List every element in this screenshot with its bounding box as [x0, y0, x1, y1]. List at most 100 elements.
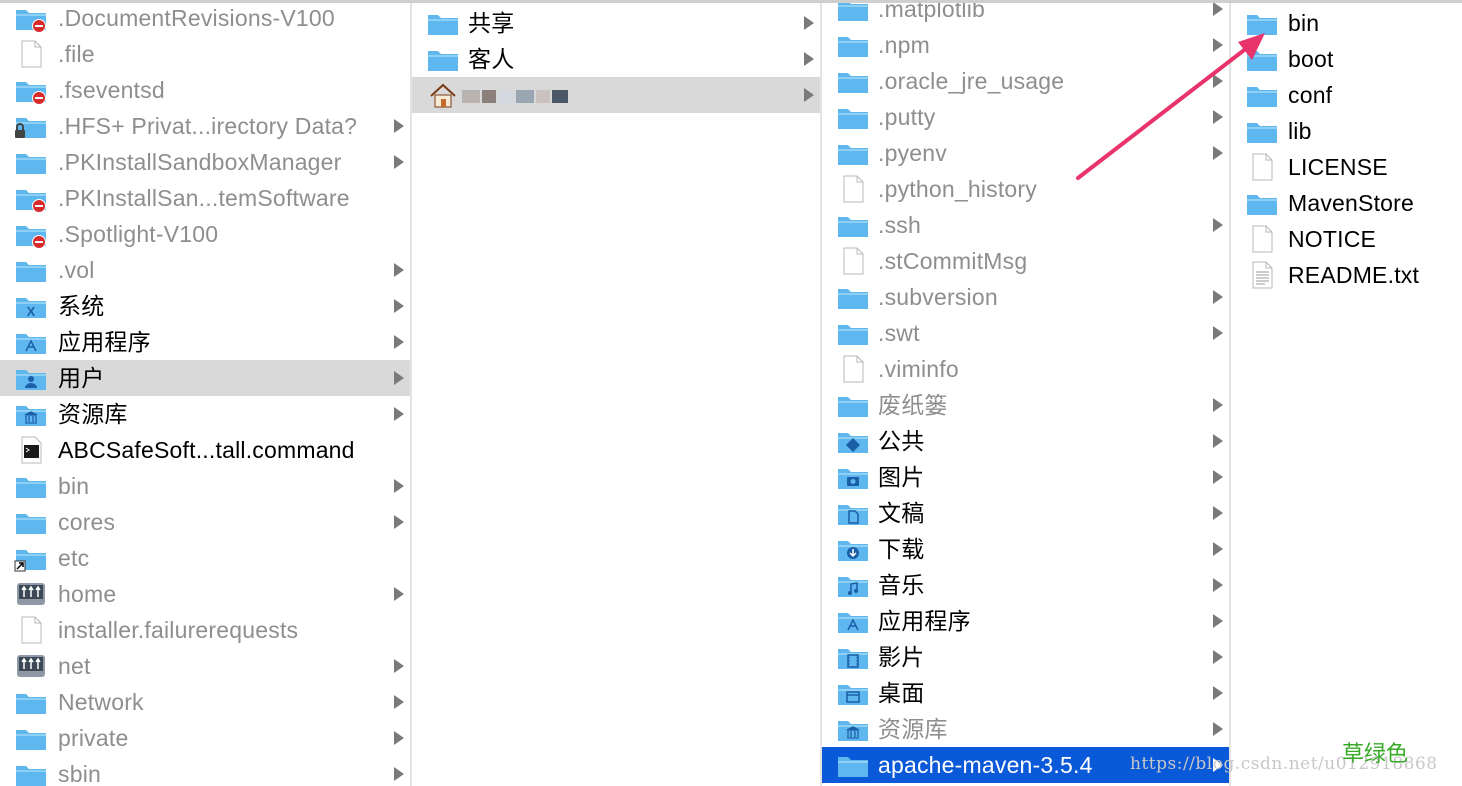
disclosure-arrow-icon[interactable] — [394, 299, 404, 313]
list-item[interactable]: 资源库 — [0, 396, 410, 432]
list-item[interactable]: ABCSafeSoft...tall.command — [0, 432, 410, 468]
folder-icon — [836, 103, 870, 131]
list-item[interactable]: 下载 — [822, 531, 1229, 567]
list-item[interactable] — [412, 77, 820, 113]
disclosure-arrow-icon[interactable] — [394, 659, 404, 673]
disclosure-arrow-icon[interactable] — [1213, 542, 1223, 556]
list-item[interactable]: .ssh — [822, 207, 1229, 243]
folder-icon — [836, 31, 870, 59]
disclosure-arrow-icon[interactable] — [804, 16, 814, 30]
folder-icon — [836, 139, 870, 167]
disclosure-arrow-icon[interactable] — [394, 695, 404, 709]
disclosure-arrow-icon[interactable] — [804, 52, 814, 66]
disclosure-arrow-icon[interactable] — [1213, 434, 1223, 448]
list-item[interactable]: 文稿 — [822, 495, 1229, 531]
folder-restricted-icon — [14, 76, 48, 105]
list-item[interactable]: .viminfo — [822, 351, 1229, 387]
disclosure-arrow-icon[interactable] — [394, 371, 404, 385]
list-item[interactable]: 客人 — [412, 41, 820, 77]
list-item[interactable]: .PKInstallSan...temSoftware — [0, 180, 410, 216]
disclosure-arrow-icon[interactable] — [1213, 614, 1223, 628]
list-item[interactable]: .swt — [822, 315, 1229, 351]
list-item[interactable]: private — [0, 720, 410, 756]
list-item[interactable]: home — [0, 576, 410, 612]
disclosure-arrow-icon[interactable] — [1213, 506, 1223, 520]
disclosure-arrow-icon[interactable] — [394, 119, 404, 133]
disclosure-arrow-icon[interactable] — [1213, 722, 1223, 736]
list-item[interactable]: 影片 — [822, 639, 1229, 675]
list-item[interactable]: README.txt — [1231, 257, 1462, 293]
disclosure-arrow-icon[interactable] — [1213, 578, 1223, 592]
list-item[interactable]: 废纸篓 — [822, 387, 1229, 423]
disclosure-arrow-icon[interactable] — [394, 731, 404, 745]
list-item[interactable]: sbin — [0, 756, 410, 786]
list-item[interactable]: .Spotlight-V100 — [0, 216, 410, 252]
item-label: 公共 — [878, 428, 925, 454]
folder-icon — [836, 283, 870, 311]
item-label: installer.failurerequests — [58, 617, 299, 643]
disclosure-arrow-icon[interactable] — [394, 515, 404, 529]
item-label: .pyenv — [878, 140, 947, 166]
document-icon — [14, 616, 48, 644]
list-item[interactable]: installer.failurerequests — [0, 612, 410, 648]
list-item[interactable]: cores — [0, 504, 410, 540]
text-document-icon — [1245, 261, 1279, 289]
item-label: lib — [1288, 118, 1312, 144]
column-users[interactable]: 共享 客人 — [412, 3, 820, 786]
disclosure-arrow-icon[interactable] — [394, 587, 404, 601]
disclosure-arrow-icon[interactable] — [394, 767, 404, 781]
document-icon — [836, 175, 870, 203]
disclosure-arrow-icon[interactable] — [1213, 650, 1223, 664]
movies-folder-icon — [836, 643, 870, 671]
disclosure-arrow-icon[interactable] — [394, 155, 404, 169]
folder-restricted-icon — [14, 184, 48, 213]
disclosure-arrow-icon[interactable] — [1213, 686, 1223, 700]
list-item[interactable]: 共享 — [412, 5, 820, 41]
column-root[interactable]: .DocumentRevisions-V100 .file .fseventsd .H… — [0, 3, 410, 786]
document-icon — [836, 247, 870, 275]
disclosure-arrow-icon[interactable] — [394, 335, 404, 349]
list-item[interactable]: etc — [0, 540, 410, 576]
list-item[interactable]: .stCommitMsg — [822, 243, 1229, 279]
item-label: .python_history — [878, 176, 1037, 202]
disclosure-arrow-icon[interactable] — [1213, 326, 1223, 340]
disclosure-arrow-icon[interactable] — [1213, 290, 1223, 304]
disclosure-arrow-icon[interactable] — [1213, 398, 1223, 412]
list-item[interactable]: 公共 — [822, 423, 1229, 459]
disclosure-arrow-icon[interactable] — [394, 407, 404, 421]
list-item[interactable]: 应用程序 — [0, 324, 410, 360]
network-drive-icon — [14, 580, 48, 608]
list-item[interactable]: .file — [0, 36, 410, 72]
applications-folder-icon — [14, 328, 48, 356]
list-item[interactable]: NOTICE — [1231, 221, 1462, 257]
disclosure-arrow-icon[interactable] — [394, 479, 404, 493]
list-item[interactable]: bin — [0, 468, 410, 504]
list-item[interactable]: 图片 — [822, 459, 1229, 495]
list-item[interactable]: 用户 — [0, 360, 410, 396]
list-item[interactable]: net — [0, 648, 410, 684]
list-item[interactable]: 音乐 — [822, 567, 1229, 603]
list-item[interactable]: 资源库 — [822, 711, 1229, 747]
list-item[interactable]: .DocumentRevisions-V100 — [0, 3, 410, 36]
pictures-folder-icon — [836, 463, 870, 491]
list-item[interactable]: .vol — [0, 252, 410, 288]
list-item[interactable]: .subversion — [822, 279, 1229, 315]
disclosure-arrow-icon[interactable] — [1213, 470, 1223, 484]
disclosure-arrow-icon[interactable] — [394, 263, 404, 277]
list-item[interactable]: .fseventsd — [0, 72, 410, 108]
disclosure-arrow-icon[interactable] — [1213, 3, 1223, 16]
disclosure-arrow-icon[interactable] — [1213, 218, 1223, 232]
list-item[interactable]: Network — [0, 684, 410, 720]
disclosure-arrow-icon[interactable] — [804, 88, 814, 102]
desktop-folder-icon — [836, 679, 870, 707]
item-label: LICENSE — [1288, 154, 1388, 180]
item-label: .viminfo — [878, 356, 959, 382]
list-item[interactable]: 桌面 — [822, 675, 1229, 711]
list-item[interactable]: X 系统 — [0, 288, 410, 324]
list-item[interactable]: .HFS+ Privat...irectory Data? — [0, 108, 410, 144]
item-label: 废纸篓 — [878, 392, 948, 418]
list-item[interactable]: 应用程序 — [822, 603, 1229, 639]
folder-icon — [14, 256, 48, 284]
item-label: .fseventsd — [58, 77, 165, 103]
list-item[interactable]: .PKInstallSandboxManager — [0, 144, 410, 180]
